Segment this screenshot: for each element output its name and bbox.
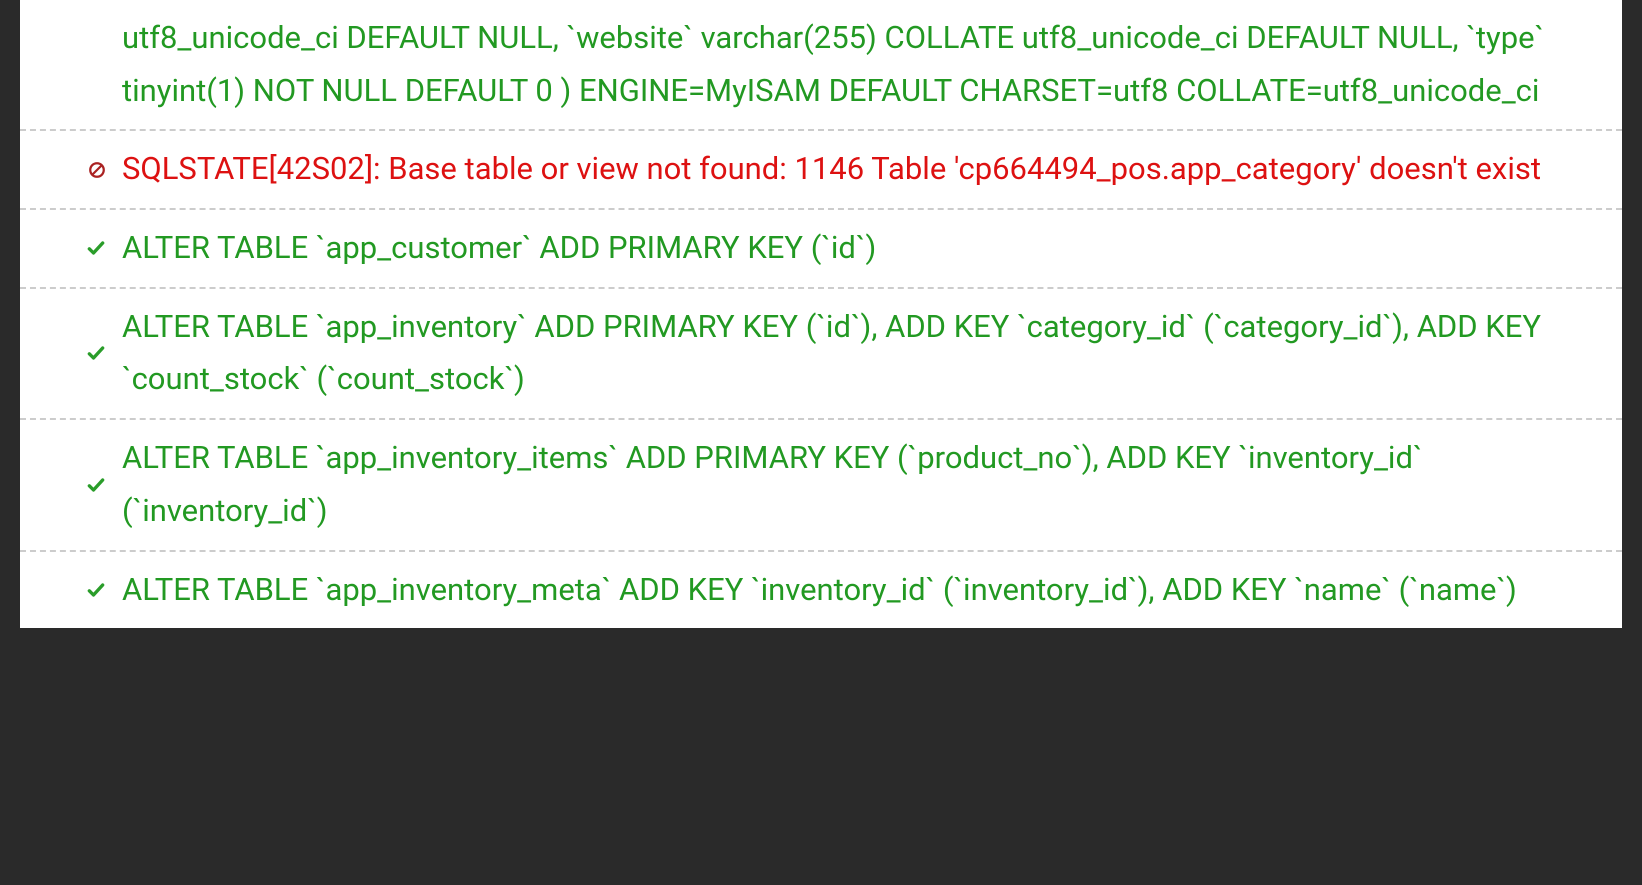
check-icon [28, 475, 118, 495]
log-row: ALTER TABLE `app_inventory_items` ADD PR… [20, 420, 1622, 551]
log-panel: utf8_unicode_ci DEFAULT NULL, `website` … [20, 0, 1622, 628]
error-icon [28, 161, 118, 179]
log-row: utf8_unicode_ci DEFAULT NULL, `website` … [20, 0, 1622, 131]
log-message: ALTER TABLE `app_inventory_meta` ADD KEY… [118, 560, 1614, 621]
log-row: ALTER TABLE `app_inventory` ADD PRIMARY … [20, 289, 1622, 420]
log-row: ALTER TABLE `app_customer` ADD PRIMARY K… [20, 210, 1622, 289]
log-row: ALTER TABLE `app_inventory_meta` ADD KEY… [20, 552, 1622, 629]
log-message: ALTER TABLE `app_inventory_items` ADD PR… [118, 428, 1614, 541]
log-message: ALTER TABLE `app_inventory` ADD PRIMARY … [118, 297, 1614, 410]
check-icon [28, 238, 118, 258]
log-message: utf8_unicode_ci DEFAULT NULL, `website` … [118, 8, 1614, 121]
log-row: SQLSTATE[42S02]: Base table or view not … [20, 131, 1622, 210]
log-message: SQLSTATE[42S02]: Base table or view not … [118, 139, 1614, 200]
log-message: ALTER TABLE `app_customer` ADD PRIMARY K… [118, 218, 1614, 279]
check-icon [28, 343, 118, 363]
check-icon [28, 580, 118, 600]
